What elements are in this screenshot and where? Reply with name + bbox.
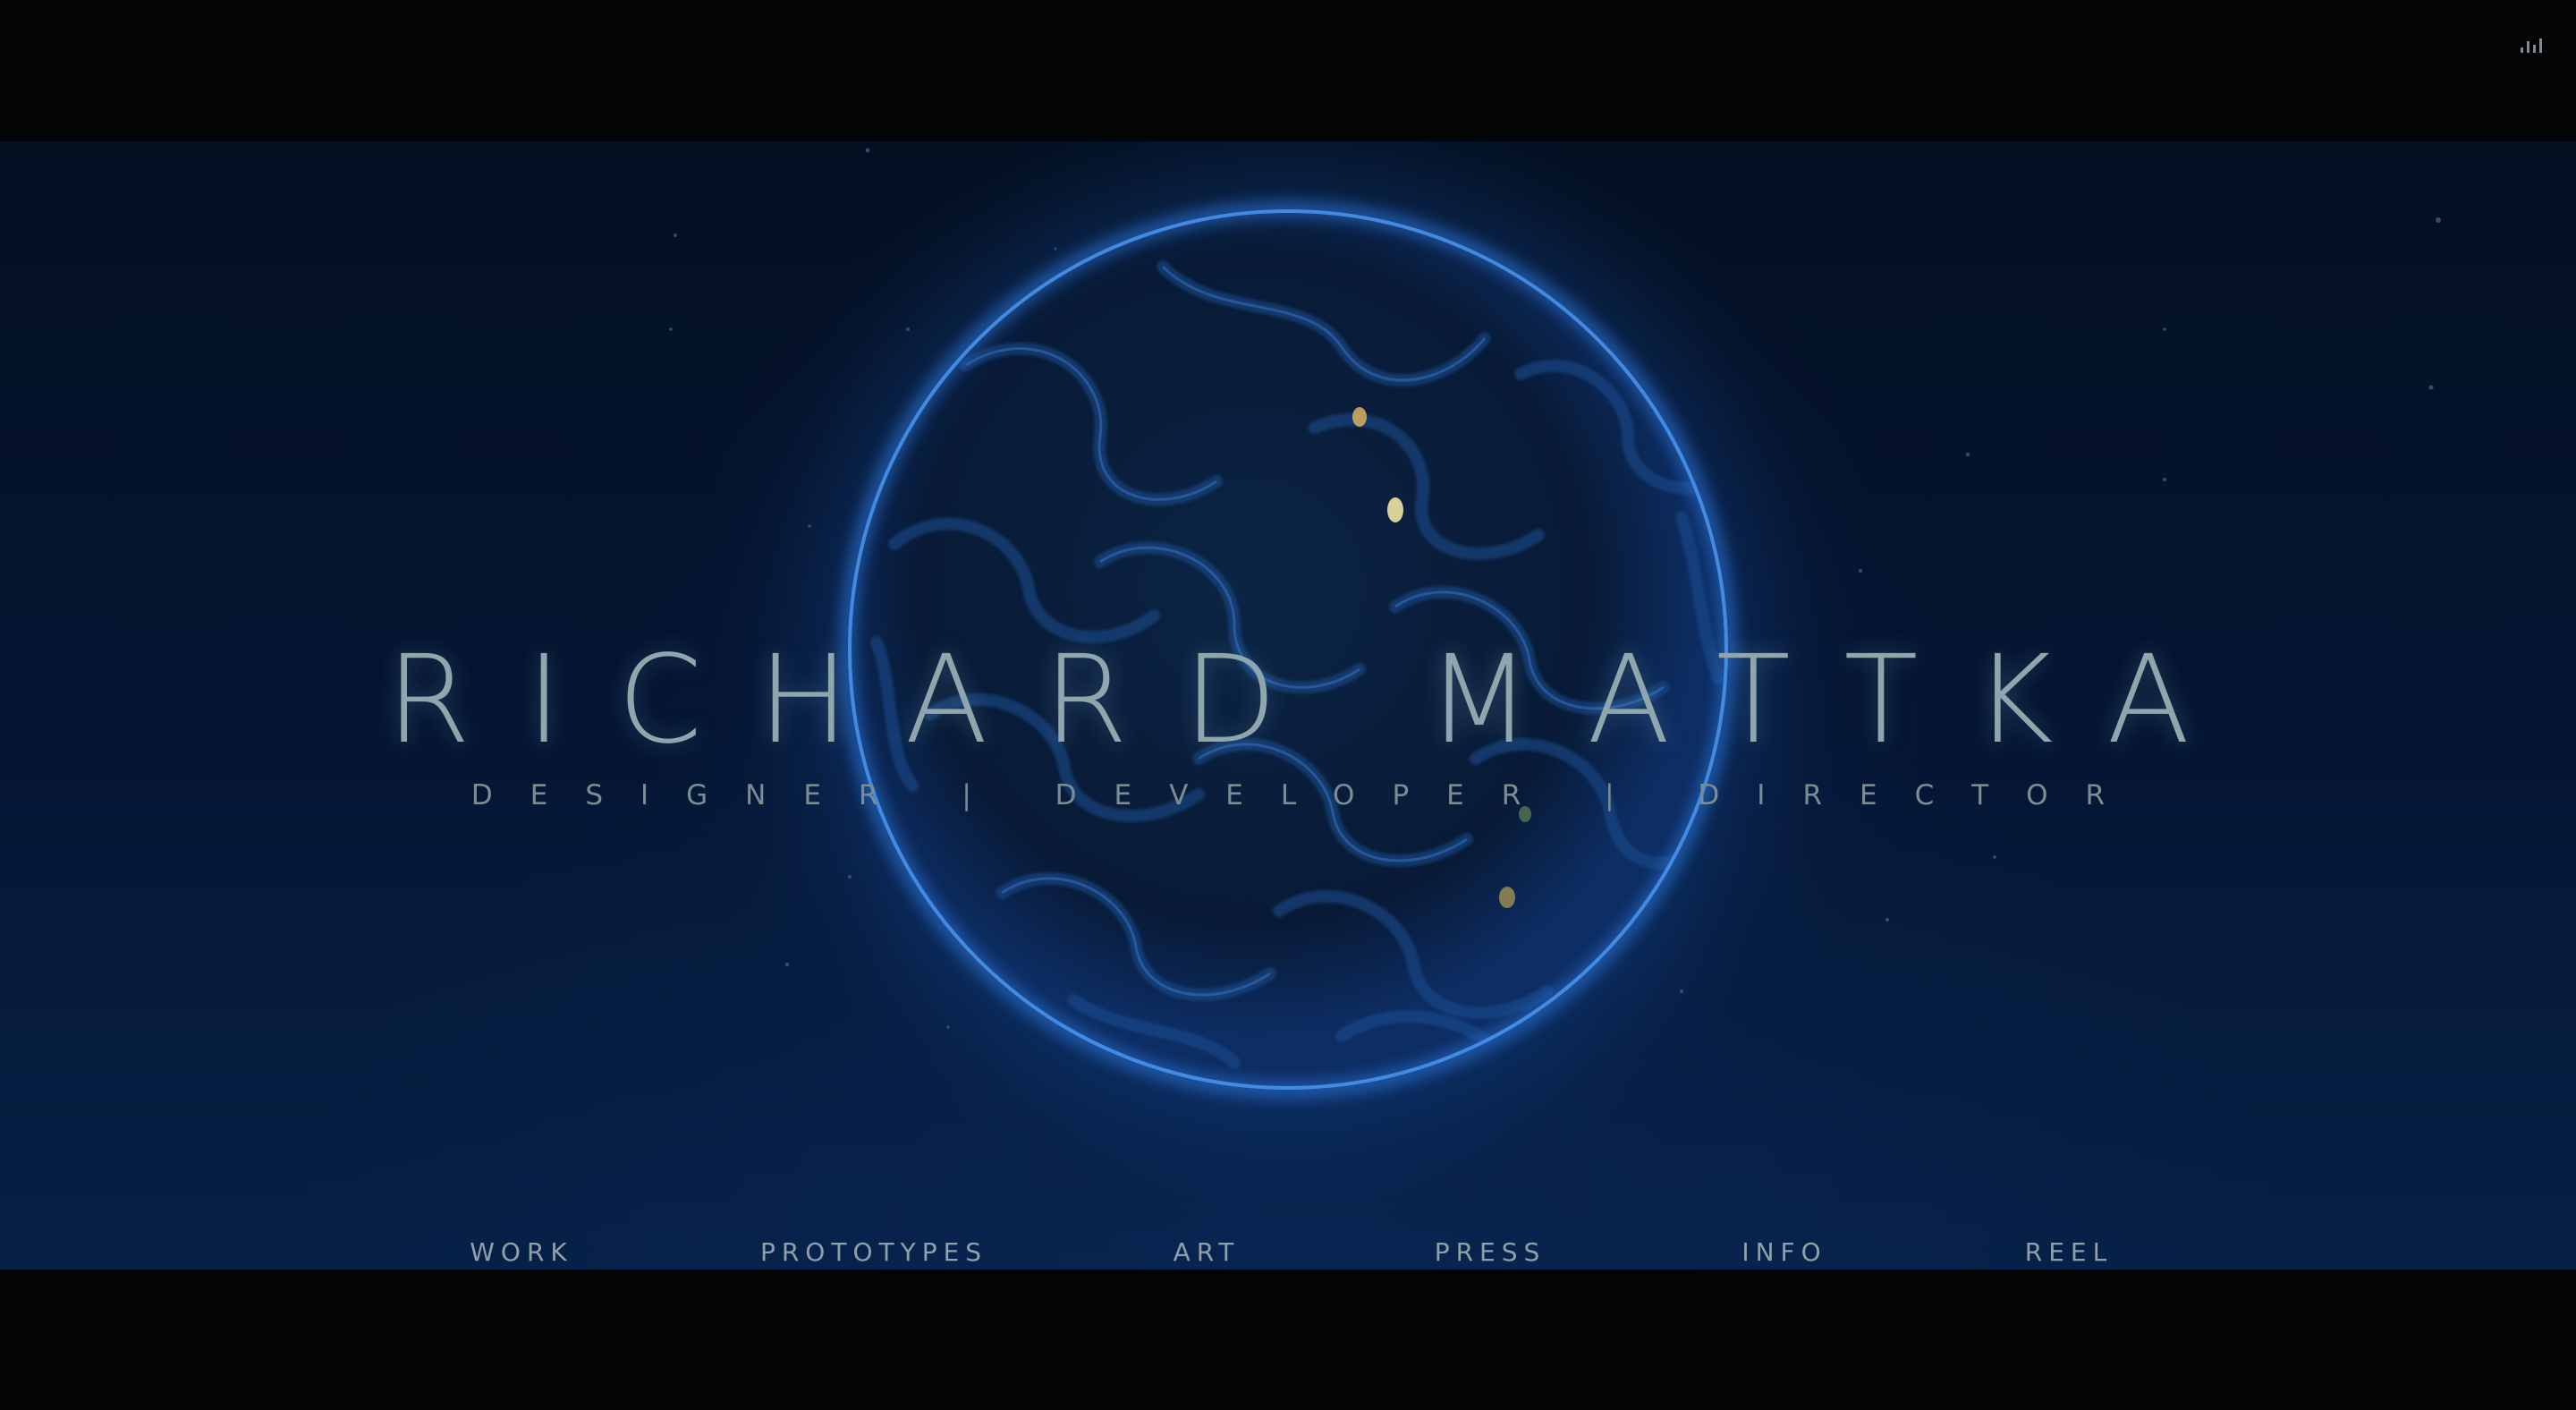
top-letterbox-bar — [0, 0, 2576, 141]
hero-stage: RICHARD MATTKA DESIGNER | DEVELOPER | DI… — [0, 141, 2576, 1270]
nav-item-press[interactable]: PRESS — [1435, 1236, 1546, 1269]
hero-subtitle: DESIGNER | DEVELOPER | DIRECTOR — [470, 779, 2143, 811]
nav-item-work[interactable]: WORK — [470, 1236, 573, 1269]
page: RICHARD MATTKA DESIGNER | DEVELOPER | DI… — [0, 0, 2576, 1410]
nav-item-art[interactable]: ART — [1174, 1236, 1241, 1269]
nav-item-info[interactable]: INFO — [1741, 1236, 1826, 1269]
audio-bars-icon[interactable] — [2519, 36, 2546, 54]
bottom-letterbox-bar — [0, 1270, 2576, 1410]
nav-item-prototypes[interactable]: PROTOTYPES — [760, 1236, 987, 1269]
main-nav: WORK PROTOTYPES ART PRESS INFO REEL — [0, 1236, 2576, 1270]
nav-item-reel[interactable]: REEL — [2025, 1236, 2113, 1269]
hero-title: RICHARD MATTKA — [386, 630, 2246, 771]
